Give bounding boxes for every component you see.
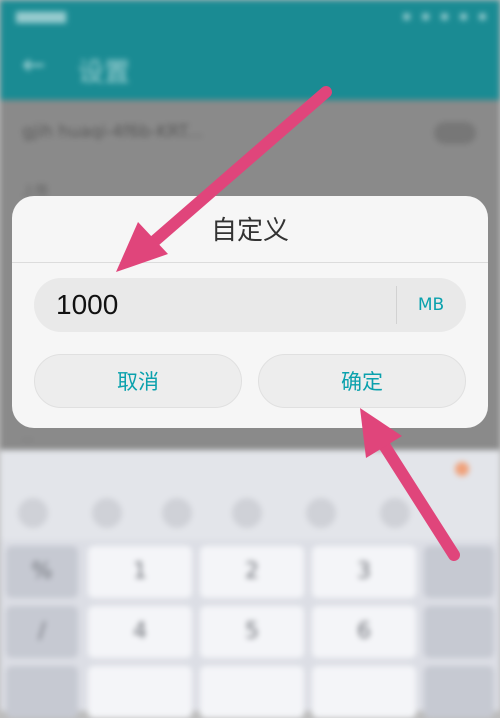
arrow-to-confirm-icon <box>360 408 460 561</box>
annotation-arrows <box>116 86 460 561</box>
arrow-to-input-icon <box>116 86 332 272</box>
